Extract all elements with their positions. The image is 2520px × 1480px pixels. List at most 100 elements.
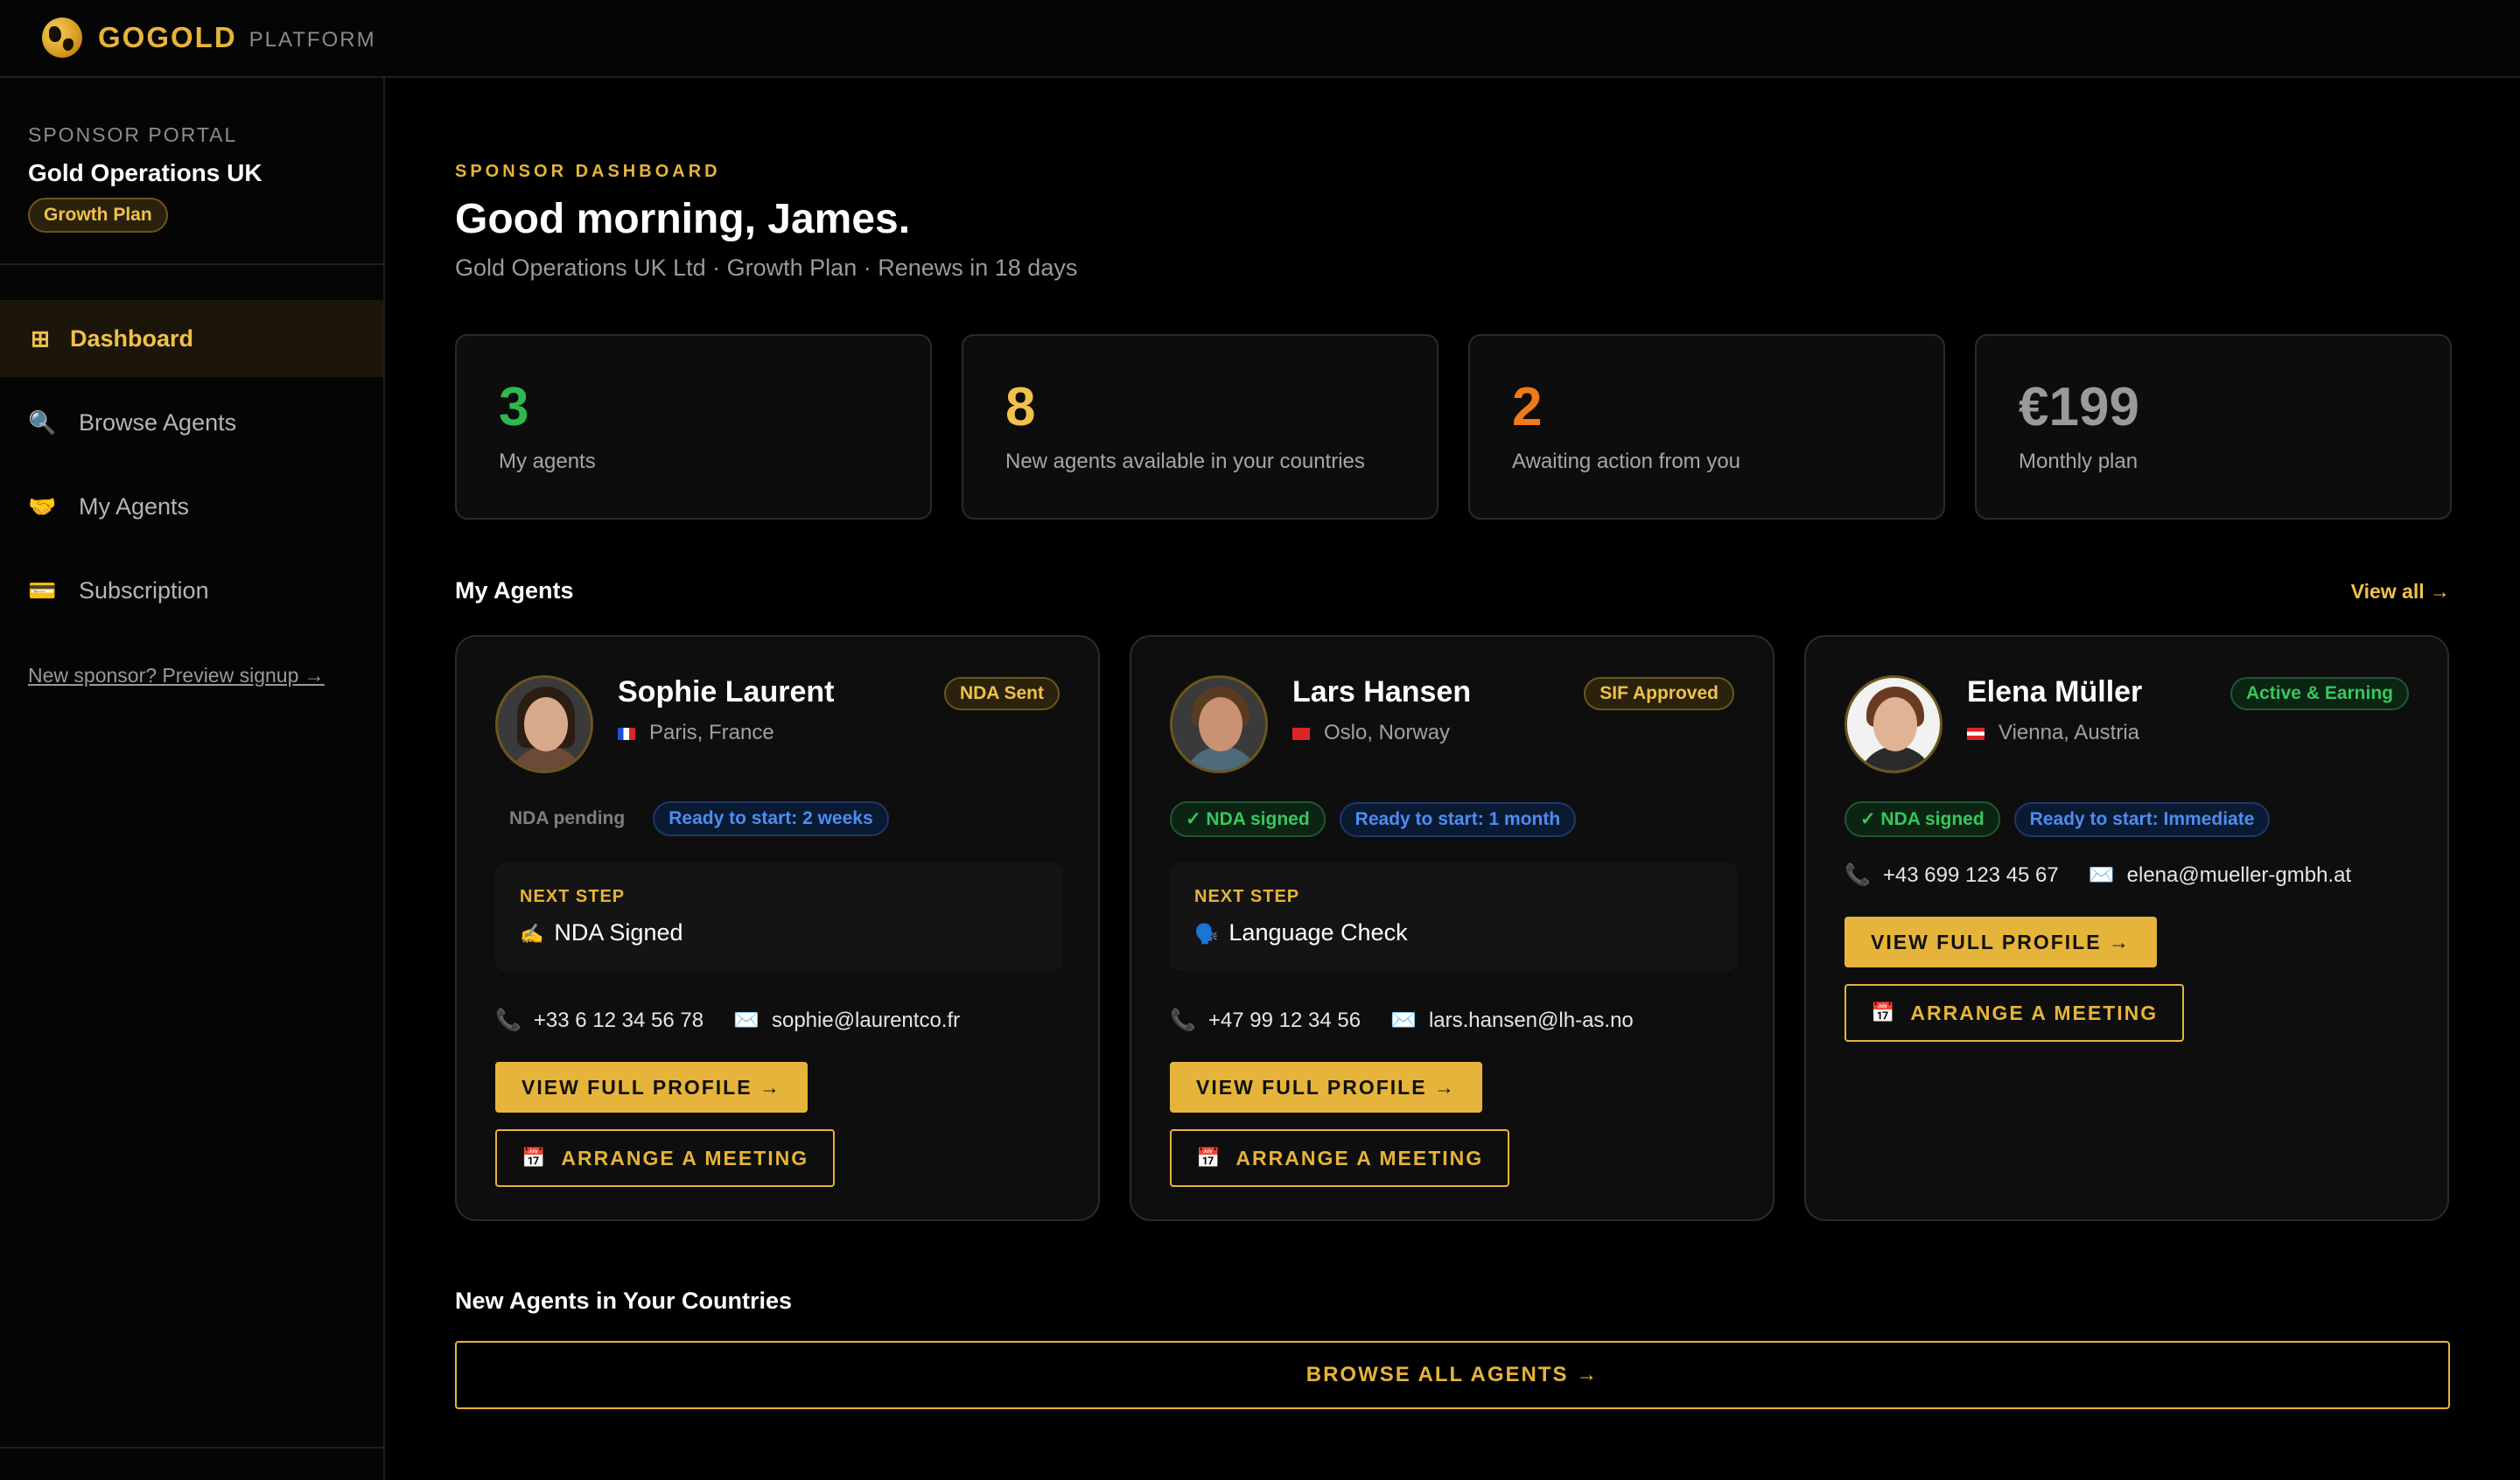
top-bar: GOGOLD PLATFORM [0,0,2520,78]
phone-icon: 📞 [495,1009,522,1032]
logo[interactable]: GOGOLD PLATFORM [42,17,376,58]
agent-location: Oslo, Norway [1292,721,1450,745]
stat-card-new-agents: 8 New agents available in your countries [962,334,1438,520]
stat-label: Awaiting action from you [1512,450,1741,474]
next-step-value: Language Check [1228,919,1408,946]
sidebar-footer [0,1447,383,1480]
sidebar-item-my-agents[interactable]: 🤝 My Agents [0,468,383,545]
brand-name: GOGOLD [98,21,237,53]
agent-location: Paris, France [618,721,774,745]
phone-link[interactable]: 📞 +43 699 123 45 67 [1844,862,2059,888]
view-all-link[interactable]: View all → [2351,580,2450,604]
agent-chips: ✓ NDA signed Ready to start: Immediate [1844,801,2271,837]
nda-status-chip: ✓ NDA signed [1844,801,2000,837]
mail-icon: ✉️ [2088,863,2115,887]
sidebar-item-label: Browse Agents [79,408,237,436]
agent-chips: ✓ NDA signed Ready to start: 1 month [1170,801,1577,837]
section-title-new-agents: New Agents in Your Countries [455,1288,793,1314]
stat-value: 3 [499,377,529,437]
stat-value: €199 [2019,377,2139,437]
contact-row: 📞 +47 99 12 34 56 ✉️ lars.hansen@lh-as.no [1170,1008,1634,1033]
agent-chips: NDA pending Ready to start: 2 weeks [495,801,889,836]
phone-icon: 📞 [1170,1009,1196,1032]
phone-link[interactable]: 📞 +33 6 12 34 56 78 [495,1008,704,1033]
browse-all-agents-button[interactable]: BROWSE ALL AGENTS → [455,1341,2450,1409]
stat-card-awaiting-action: 2 Awaiting action from you [1468,334,1945,520]
next-step-value: NDA Signed [554,919,683,946]
sidebar-item-dashboard[interactable]: ⊞ Dashboard [0,300,383,377]
search-icon: 🔍 [28,408,57,436]
next-step-label: NEXT STEP [1194,887,1300,906]
plan-badge: Growth Plan [28,198,168,233]
arrange-meeting-button[interactable]: 📅 ARRANGE A MEETING [1170,1129,1510,1187]
stat-label: Monthly plan [2019,450,2138,474]
handshake-icon: 🤝 [28,492,57,520]
arrange-meeting-button[interactable]: 📅 ARRANGE A MEETING [1844,984,2185,1042]
view-full-profile-button[interactable]: VIEW FULL PROFILE → [1170,1062,1482,1113]
nda-status-chip: NDA pending [509,808,626,828]
page-subtitle: Gold Operations UK Ltd · Growth Plan · R… [455,255,1078,281]
next-step-box: NEXT STEP ✍️ NDA Signed [495,862,1063,971]
nda-status-chip: ✓ NDA signed [1170,801,1326,837]
email-link[interactable]: ✉️ sophie@laurentco.fr [733,1008,960,1033]
status-badge: Active & Earning [2230,677,2409,710]
brand-sub: PLATFORM [248,28,376,52]
view-full-profile-button[interactable]: VIEW FULL PROFILE → [1844,917,2157,967]
phone-link[interactable]: 📞 +47 99 12 34 56 [1170,1008,1361,1033]
mail-icon: ✉️ [1390,1009,1417,1032]
austria-flag-icon [1967,727,1984,740]
grid-icon: ⊞ [31,325,50,352]
arrange-meeting-button[interactable]: 📅 ARRANGE A MEETING [495,1129,836,1187]
sidebar-item-label: My Agents [79,492,190,520]
contact-row: 📞 +33 6 12 34 56 78 ✉️ sophie@laurentco.fr [495,1008,960,1033]
calendar-icon: 📅 [1196,1147,1222,1169]
email-link[interactable]: ✉️ lars.hansen@lh-as.no [1390,1008,1634,1033]
agent-card: Sophie Laurent Paris, France NDA Sent ND… [455,635,1100,1221]
agent-cards: Sophie Laurent Paris, France NDA Sent ND… [455,635,2449,1221]
page-title: Good morning, James. [455,196,911,242]
stat-card-monthly-plan: €199 Monthly plan [1975,334,2452,520]
writing-hand-icon: ✍️ [520,923,544,945]
organization-name: Gold Operations UK [28,159,262,186]
agent-name: Elena Müller [1967,675,2143,709]
credit-card-icon: 💳 [28,576,57,604]
norway-flag-icon [1292,727,1310,740]
contact-row: 📞 +43 699 123 45 67 ✉️ elena@mueller-gmbh.… [1844,862,2351,888]
avatar [1170,675,1268,773]
portal-header: SPONSOR PORTAL Gold Operations UK Growth… [0,78,383,265]
preview-signup-link[interactable]: New sponsor? Preview signup → [28,664,325,688]
sidebar: SPONSOR PORTAL Gold Operations UK Growth… [0,78,385,1480]
page-eyebrow: SPONSOR DASHBOARD [455,162,721,181]
stat-value: 8 [1005,377,1036,437]
calendar-icon: 📅 [522,1147,548,1169]
ready-chip: Ready to start: Immediate [2013,801,2271,837]
status-badge: SIF Approved [1584,677,1734,710]
sidebar-item-subscription[interactable]: 💳 Subscription [0,552,383,629]
agent-card: Lars Hansen Oslo, Norway SIF Approved ✓ … [1130,635,1774,1221]
stat-value: 2 [1512,377,1543,437]
calendar-icon: 📅 [1871,1002,1897,1023]
view-full-profile-button[interactable]: VIEW FULL PROFILE → [495,1062,808,1113]
globe-icon [42,17,82,58]
phone-icon: 📞 [1844,863,1871,887]
agent-location: Vienna, Austria [1967,721,2139,745]
mail-icon: ✉️ [733,1009,760,1032]
stat-card-my-agents: 3 My agents [455,334,932,520]
sidebar-item-label: Subscription [79,576,209,604]
stats-row: 3 My agents 8 New agents available in yo… [455,334,2452,520]
ready-chip: Ready to start: 2 weeks [653,801,889,836]
next-step-box: NEXT STEP 🗣️ Language Check [1170,862,1738,971]
portal-label: SPONSOR PORTAL [28,123,238,146]
stat-label: New agents available in your countries [1005,450,1365,474]
next-step-label: NEXT STEP [520,887,626,906]
email-link[interactable]: ✉️ elena@mueller-gmbh.at [2089,862,2351,888]
speaking-head-icon: 🗣️ [1194,923,1219,945]
ready-chip: Ready to start: 1 month [1339,801,1577,837]
status-badge: NDA Sent [943,677,1060,710]
sidebar-item-label: Dashboard [70,325,194,352]
avatar [1844,675,1942,773]
sidebar-item-browse-agents[interactable]: 🔍 Browse Agents [0,384,383,461]
france-flag-icon [618,727,635,740]
stat-label: My agents [499,450,596,474]
agent-card: Elena Müller Vienna, Austria Active & Ea… [1804,635,2449,1221]
